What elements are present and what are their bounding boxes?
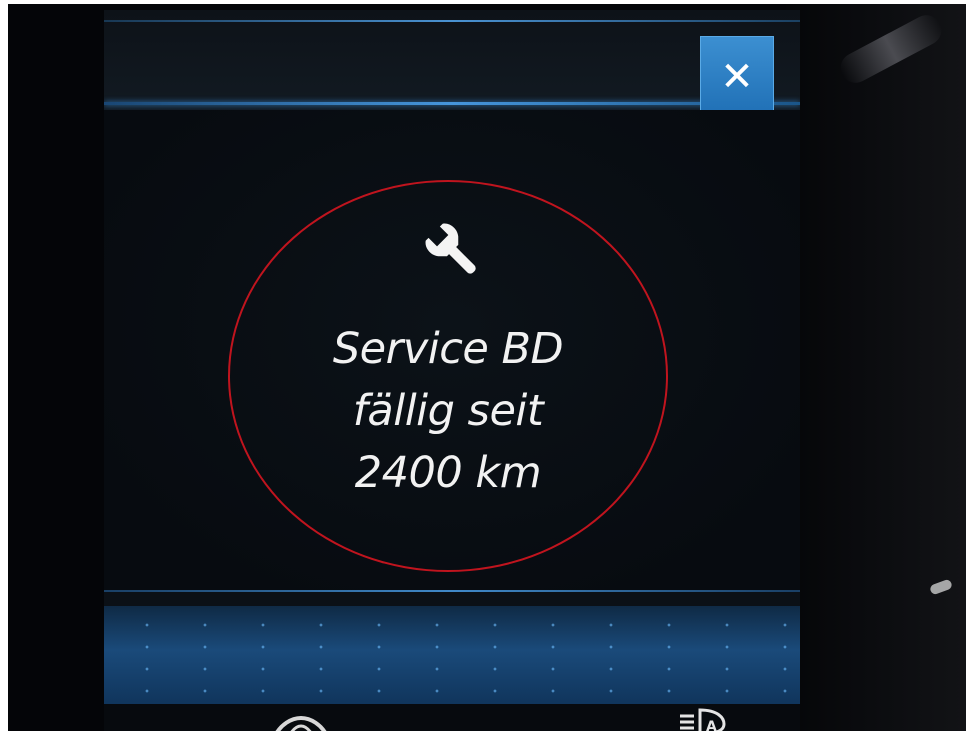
service-message-line-3: 2400 km — [354, 448, 542, 498]
service-message: Service BD fällig seit 2400 km — [228, 318, 668, 504]
svg-text:A: A — [706, 719, 717, 731]
service-message-panel: Service BD fällig seit 2400 km — [104, 110, 800, 590]
service-message-line-1: Service BD — [332, 324, 564, 374]
dashboard-bezel — [786, 4, 966, 731]
dashboard-photo: ✕ Service BD fällig seit 2400 km A — [8, 4, 966, 731]
footer-divider — [104, 590, 800, 592]
top-divider — [104, 20, 800, 22]
service-message-line-2: fällig seit — [352, 386, 544, 436]
light-reflection-small — [928, 578, 954, 596]
bottom-decor-band — [104, 606, 800, 704]
instrument-cluster-screen: ✕ Service BD fällig seit 2400 km A — [104, 10, 800, 731]
auto-headlight-icon: A — [680, 708, 726, 731]
header-divider — [104, 102, 800, 105]
dot-pattern — [104, 606, 800, 704]
wrench-icon — [425, 223, 476, 274]
close-button[interactable]: ✕ — [700, 36, 774, 118]
light-reflection — [835, 9, 947, 89]
lane-assist-icon — [275, 715, 327, 731]
close-icon: ✕ — [720, 54, 754, 100]
top-bar — [104, 10, 800, 110]
